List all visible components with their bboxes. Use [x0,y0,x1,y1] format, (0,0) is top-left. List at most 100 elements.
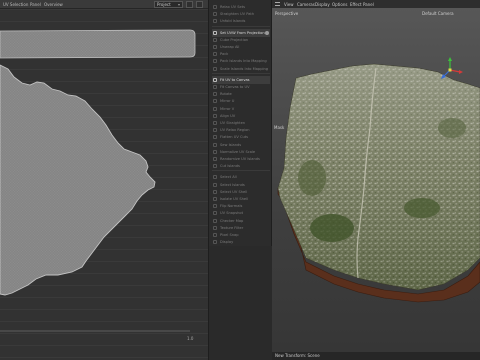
uv-tools-panel: Relax UV Sets Straighten UV Path Unfold Is… [208,0,273,360]
tool-icon [213,12,217,17]
viewport-menubar: View Cameras Display Options Effect Pane… [272,0,480,8]
tool-item-label: UV Straighten [220,121,246,125]
tool-item-label: Straighten UV Path [220,12,255,17]
uv-editor-panel: UV Selection Panel Overview Project ▾ 1.… [0,0,208,360]
tool-icon [213,66,217,71]
uv-menu-item[interactable]: Overview [44,2,63,7]
tool-icon [213,197,217,201]
viewport-status-bar: New Transform: Scene [272,352,480,360]
tool-icon [213,233,217,237]
chevron-down-icon: ▾ [177,2,180,7]
uv-canvas[interactable]: 1.0 [0,9,208,360]
tool-item-label: Pack Islands Into Mapping [220,59,267,64]
menu-icon[interactable] [275,2,280,6]
tool-icon [213,37,217,42]
uv-terrain-island [0,64,156,296]
tool-item-label: Unfold Islands [220,19,246,24]
tool-item-label: UV Snapshot [220,211,244,216]
tool-icon [213,92,217,97]
tool-icon [213,135,217,140]
projection-select-value: Project [157,2,171,7]
tool-options-icon[interactable] [265,30,269,35]
tool-icon [213,30,217,35]
viewport-canvas[interactable]: Perspective Default Camera Mask [272,8,480,352]
tool-item-label: Relax UV Sets [220,5,246,9]
uv-island-drawing [0,29,196,332]
tool-icon [213,204,217,209]
tool-icon [213,59,217,64]
tool-item[interactable]: Display [212,238,270,246]
viewport-menu-item[interactable]: Panel [363,2,374,7]
tool-item-label: Display [220,240,234,245]
transform-gizmo [441,57,463,79]
tool-item-label: Sew Islands [220,142,242,147]
tool-icon [213,142,217,147]
tool-icon [213,225,217,230]
tool-separator [212,25,270,27]
tool-icon [213,5,217,9]
tool-icon [213,77,217,82]
uv-settings-button[interactable] [196,1,203,8]
tool-item-label: Flatten UV Cuts [220,135,249,140]
tool-icon [213,121,217,125]
tool-item-label: Scale Islands Into Mapping [220,66,269,71]
tool-item-label: Texture Filter [220,225,244,230]
viewport-panel: View Cameras Display Options Effect Pane… [272,0,480,360]
uv-axis-label: 1.0 [187,336,194,341]
tool-icon [213,85,217,89]
viewport-menu-item[interactable]: Options [332,2,347,7]
viewport-side-label: Mask [274,125,285,130]
viewport-menu-item[interactable]: Cameras [297,2,315,7]
tool-item-label: Mirror V [220,106,235,111]
tool-icon [213,113,217,118]
tool-icon [213,182,217,187]
tool-item-label: Mirror U [220,99,235,104]
tool-item[interactable]: Unfold Islands [212,17,270,25]
tool-separator [212,170,270,172]
terrain-model [277,57,480,303]
tool-item[interactable]: Scale Islands Into Mapping [212,65,270,73]
tool-icon [213,189,217,194]
tool-icon [213,45,217,49]
uv-menu-item[interactable]: UV Selection [3,2,28,7]
tool-item[interactable]: Cut Islands [212,162,270,170]
tool-icon [213,149,217,154]
projection-select[interactable]: Project ▾ [154,1,183,8]
uv-frame-button[interactable] [186,1,193,8]
tool-item-label: UV Relax Region [220,128,250,133]
tool-icon [213,52,217,57]
tool-icon [213,218,217,223]
tool-item-label: Select Islands [220,182,245,187]
tool-item-label: Normalize UV Scale [220,149,256,154]
tool-icon [213,164,217,169]
camera-label[interactable]: Default Camera [422,11,454,16]
tool-item-label: Select All [220,175,237,180]
tool-icon [213,211,217,216]
tool-icon [213,99,217,104]
tool-item-label: Unwrap All [220,45,240,49]
app-window: UV Selection Panel Overview Project ▾ 1.… [0,0,480,360]
uv-menubar: UV Selection Panel Overview Project ▾ [0,0,208,9]
tool-item-label: Randomize UV Islands [220,157,260,161]
viewport-menu-item[interactable]: View [284,2,294,7]
tool-item-label: Cut Islands [220,164,240,169]
tool-icon [213,106,217,111]
tool-item-label: Select UV Shell [220,189,248,194]
tool-item-label: Checker Map [220,218,244,223]
tool-item-label: Pixel Snap [220,233,239,237]
tool-icon [213,175,217,180]
tool-icon [213,128,217,133]
tool-icon [213,19,217,24]
uv-strip-island [0,29,196,59]
projection-label: Perspective [275,11,299,16]
viewport-menu-item[interactable]: Effect [350,2,362,7]
viewport-menu-item[interactable]: Display [315,2,330,7]
tool-item-label: Pack [220,52,229,57]
tool-icon [213,157,217,161]
tool-icon [213,240,217,245]
tool-item-label: Isolate UV Shell [220,197,249,201]
tool-item-label: Flip Normals [220,204,243,209]
uv-menu-item[interactable]: Panel [30,2,41,7]
tool-item-label: Cube Projection [220,37,249,42]
tools-empty-area [209,246,273,360]
